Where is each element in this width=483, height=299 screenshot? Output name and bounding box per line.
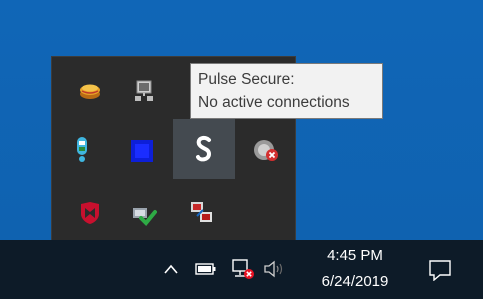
pulse-secure-icon[interactable] — [173, 119, 235, 179]
tooltip-title: Pulse Secure: — [198, 71, 295, 88]
pulse-secure-tooltip: Pulse Secure: No active connections — [190, 63, 383, 119]
network-computer-icon[interactable] — [120, 67, 168, 115]
remote-desktop-icon[interactable] — [178, 189, 226, 237]
volume-icon[interactable] — [262, 257, 286, 281]
show-hidden-icons-chevron-up-icon[interactable] — [160, 258, 182, 280]
taskbar-clock[interactable]: 4:45 PM 6/24/2019 — [300, 240, 410, 299]
clock-date: 6/24/2019 — [321, 273, 389, 290]
action-center-notification-icon[interactable] — [426, 256, 454, 284]
stack-app-icon[interactable] — [66, 67, 114, 115]
battery-icon[interactable] — [194, 258, 218, 280]
mcafee-shield-icon[interactable] — [66, 189, 114, 237]
clock-time: 4:45 PM — [327, 247, 383, 264]
blue-square-app-icon[interactable] — [118, 127, 166, 175]
checkmark-sync-icon[interactable] — [120, 191, 168, 239]
tooltip-status: No active connections — [198, 94, 350, 111]
taskbar: 4:45 PM 6/24/2019 — [0, 240, 483, 299]
network-disconnected-icon[interactable] — [230, 256, 256, 282]
bluetooth-app-icon[interactable] — [58, 125, 106, 173]
disconnected-error-icon[interactable] — [242, 127, 290, 175]
